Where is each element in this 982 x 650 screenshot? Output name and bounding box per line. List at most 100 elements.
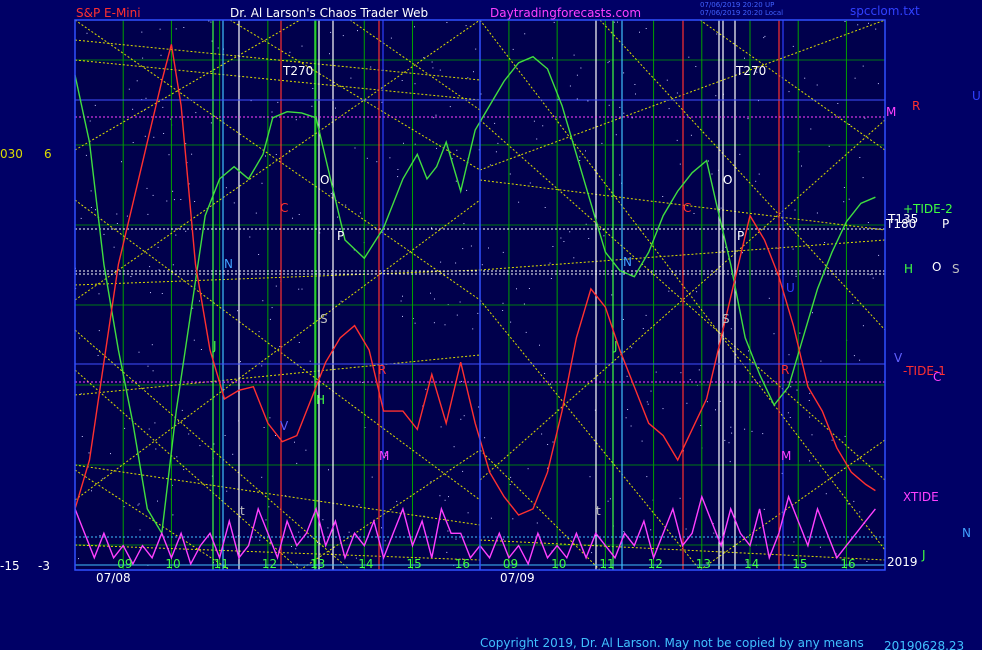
star-dot xyxy=(161,293,163,294)
star-dot xyxy=(626,375,628,377)
star-dot xyxy=(553,21,555,23)
star-dot xyxy=(689,379,691,381)
star-dot xyxy=(463,223,465,225)
star-dot xyxy=(502,310,504,311)
star-dot xyxy=(237,310,239,312)
star-dot xyxy=(402,315,403,317)
star-dot xyxy=(130,276,132,277)
star-dot xyxy=(447,530,449,532)
star-dot xyxy=(619,106,621,108)
star-dot xyxy=(90,207,92,208)
star-dot xyxy=(448,496,449,498)
star-dot xyxy=(335,107,336,109)
star-dot xyxy=(490,517,492,519)
star-dot xyxy=(820,360,822,362)
chart-svg: S&P E-Mini Dr. Al Larson's Chaos Trader … xyxy=(0,0,982,650)
star-dot xyxy=(403,142,404,144)
star-dot xyxy=(295,548,297,550)
star-dot xyxy=(843,187,845,188)
star-dot xyxy=(86,32,88,34)
star-dot xyxy=(547,444,549,445)
star-dot xyxy=(376,161,378,163)
star-dot xyxy=(147,365,149,367)
star-dot xyxy=(799,332,801,334)
star-dot xyxy=(847,503,849,505)
star-dot xyxy=(698,369,700,371)
star-dot xyxy=(809,460,811,462)
star-dot xyxy=(615,134,617,136)
star-dot xyxy=(81,436,83,437)
star-dot xyxy=(825,493,827,495)
star-dot xyxy=(162,106,164,108)
star-dot xyxy=(136,80,138,82)
star-dot xyxy=(552,441,554,443)
star-dot xyxy=(645,314,647,316)
star-dot xyxy=(607,62,609,64)
star-dot xyxy=(696,291,698,293)
star-dot xyxy=(275,285,277,287)
star-dot xyxy=(453,446,455,448)
star-dot xyxy=(80,217,82,219)
star-dot xyxy=(773,333,775,335)
star-dot xyxy=(477,312,479,314)
annotation-label: T270 xyxy=(735,64,766,78)
star-dot xyxy=(828,145,830,147)
star-dot xyxy=(544,373,546,374)
star-dot xyxy=(713,532,715,534)
star-dot xyxy=(655,371,657,373)
star-dot xyxy=(853,355,855,357)
star-dot xyxy=(185,230,187,232)
legend-letter: R xyxy=(912,99,920,113)
star-dot xyxy=(541,433,543,435)
star-dot xyxy=(113,246,115,248)
star-dot xyxy=(268,506,270,508)
star-dot xyxy=(523,303,525,305)
annotation-label: C xyxy=(683,201,691,215)
star-dot xyxy=(843,201,845,203)
star-dot xyxy=(607,500,609,502)
star-dot xyxy=(146,187,148,189)
star-dot xyxy=(298,214,300,215)
star-dot xyxy=(355,557,357,559)
star-dot xyxy=(97,355,99,356)
star-dot xyxy=(124,427,126,429)
star-dot xyxy=(728,442,730,444)
star-dot xyxy=(724,439,726,441)
star-dot xyxy=(173,199,175,201)
timestamp-local: 07/06/2019 20:20 Local xyxy=(700,9,783,17)
star-dot xyxy=(132,108,134,110)
star-dot xyxy=(762,433,764,435)
star-dot xyxy=(463,415,465,417)
star-dot xyxy=(848,198,850,200)
annotation-label: C xyxy=(280,201,288,215)
hour-label: 12 xyxy=(648,557,663,571)
star-dot xyxy=(680,372,682,374)
star-dot xyxy=(810,128,812,130)
timestamp-up: 07/06/2019 20:20 UP xyxy=(700,1,774,9)
copyright: Copyright 2019, Dr. Al Larson. May not b… xyxy=(480,636,864,650)
star-dot xyxy=(98,330,100,332)
star-dot xyxy=(126,215,128,217)
star-dot xyxy=(462,248,464,250)
legend-t180: T180 xyxy=(885,217,916,231)
star-dot xyxy=(192,307,194,309)
star-dot xyxy=(172,190,174,192)
star-dot xyxy=(489,164,491,166)
star-dot xyxy=(460,418,462,420)
star-dot xyxy=(414,26,415,28)
star-dot xyxy=(552,57,553,59)
star-dot xyxy=(425,388,427,390)
star-dot xyxy=(434,298,435,300)
star-dot xyxy=(262,300,264,302)
star-dot xyxy=(601,142,603,144)
star-dot xyxy=(645,28,647,29)
star-dot xyxy=(495,151,497,153)
star-dot xyxy=(294,441,295,443)
star-dot xyxy=(456,314,458,316)
legend-letter: S xyxy=(952,262,960,276)
star-dot xyxy=(176,456,178,458)
star-dot xyxy=(502,251,504,253)
star-dot xyxy=(232,453,234,455)
star-dot xyxy=(729,461,731,463)
star-dot xyxy=(265,519,267,521)
